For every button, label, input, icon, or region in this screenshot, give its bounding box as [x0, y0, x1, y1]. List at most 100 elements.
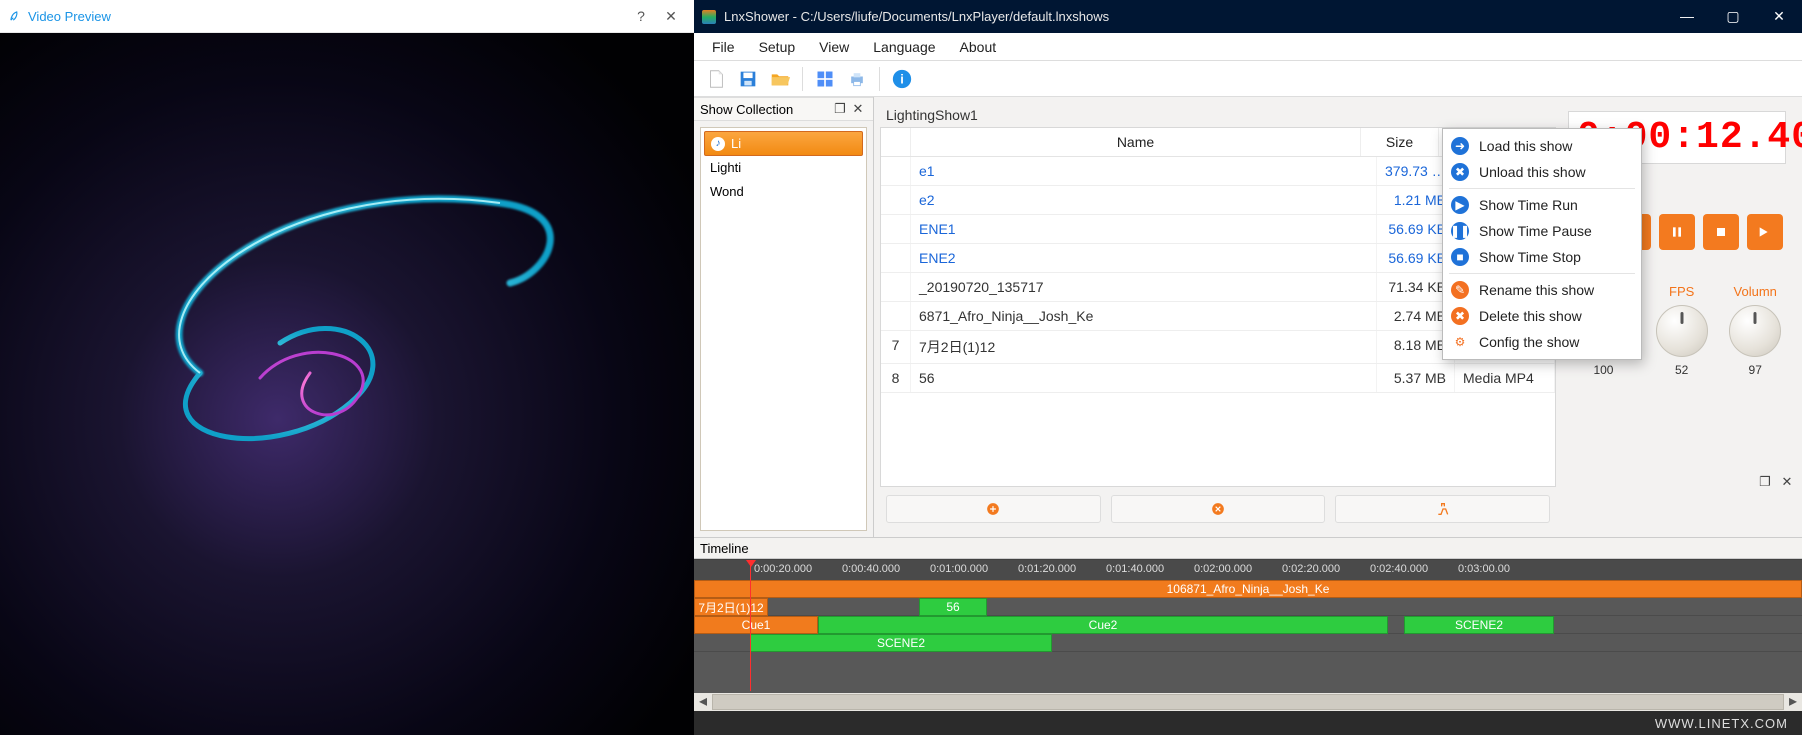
show-item[interactable]: Wond — [704, 180, 863, 204]
timeline[interactable]: 0:00:20.0000:00:40.0000:01:00.0000:01:20… — [694, 559, 1802, 711]
show-context-menu: ➜Load this show ✖Unload this show ▶Show … — [1442, 128, 1642, 360]
show-item[interactable]: Lighti — [704, 156, 863, 180]
neon-swirl-art — [80, 153, 600, 533]
row-index — [881, 215, 911, 243]
col-size[interactable]: Size — [1361, 128, 1439, 156]
save-icon[interactable] — [734, 65, 762, 93]
volume-knob[interactable]: Volumn 97 — [1729, 284, 1781, 377]
scroll-right-icon[interactable]: ▸ — [1784, 693, 1802, 711]
row-index: 7 — [881, 331, 911, 363]
row-index — [881, 186, 911, 214]
clip-july[interactable]: 7月2日(1)12 — [694, 598, 768, 616]
add-cue-button[interactable] — [886, 495, 1101, 523]
new-file-icon[interactable] — [702, 65, 730, 93]
cue-list-title: LightingShow1 — [880, 103, 1556, 127]
ruler-tick: 0:02:20.000 — [1282, 563, 1340, 575]
row-name: e1 — [911, 157, 1377, 185]
stop-icon: ■ — [1451, 248, 1469, 266]
menu-setup[interactable]: Setup — [747, 37, 808, 57]
panel-close-icon[interactable]: ✕ — [1778, 474, 1796, 490]
show-collection-title: Show Collection — [700, 102, 831, 117]
timeline-track-2[interactable]: 7月2日(1)12 56 — [694, 598, 1802, 616]
timeline-header: Timeline — [694, 537, 1802, 559]
close-button[interactable]: ✕ — [1756, 0, 1802, 33]
clip-afro[interactable]: 106871_Afro_Ninja__Josh_Ke — [694, 580, 1802, 598]
next-button[interactable] — [1747, 214, 1783, 250]
delete-icon: ✖ — [1451, 307, 1469, 325]
ruler-tick: 0:01:40.000 — [1106, 563, 1164, 575]
remove-cue-button[interactable] — [1111, 495, 1326, 523]
clip-scene2[interactable]: SCENE2 — [1404, 616, 1554, 634]
video-preview-title: Video Preview — [28, 9, 626, 24]
printer-icon[interactable] — [843, 65, 871, 93]
show-list[interactable]: ♪ Li Lighti Wond — [700, 127, 867, 531]
ctx-rename-show[interactable]: ✎Rename this show — [1443, 277, 1641, 303]
ctx-unload-show[interactable]: ✖Unload this show — [1443, 159, 1641, 185]
knob-value: 52 — [1675, 363, 1688, 377]
ctx-show-run[interactable]: ▶Show Time Run — [1443, 192, 1641, 218]
show-item-selected[interactable]: ♪ Li — [704, 131, 863, 156]
timeline-ruler[interactable]: 0:00:20.0000:00:40.0000:01:00.0000:01:20… — [694, 560, 1802, 580]
ruler-tick: 0:00:20.000 — [754, 563, 812, 575]
row-name: ENE2 — [911, 244, 1377, 272]
scroll-left-icon[interactable]: ◂ — [694, 693, 712, 711]
minimize-button[interactable]: — — [1664, 0, 1710, 33]
pause-button[interactable] — [1659, 214, 1695, 250]
status-bar: WWW.LINETX.COM — [694, 711, 1802, 735]
menu-file[interactable]: File — [700, 37, 747, 57]
row-index — [881, 157, 911, 185]
info-icon[interactable]: i — [888, 65, 916, 93]
knob-label: Volumn — [1734, 284, 1777, 299]
timeline-scrollbar[interactable]: ◂ ▸ — [694, 693, 1802, 711]
row-index: 8 — [881, 364, 911, 392]
stop-button[interactable] — [1703, 214, 1739, 250]
scroll-thumb[interactable] — [712, 694, 1784, 710]
lnxshower-window: LnxShower - C:/Users/liufe/Documents/Lnx… — [694, 0, 1802, 735]
dial-icon[interactable] — [1729, 305, 1781, 357]
clip-scene2b[interactable]: SCENE2 — [750, 634, 1052, 652]
timeline-track-4[interactable]: SCENE2 — [694, 634, 1802, 652]
row-name: 7月2日(1)12 — [911, 331, 1377, 363]
ctx-load-show[interactable]: ➜Load this show — [1443, 133, 1641, 159]
row-name: 6871_Afro_Ninja__Josh_Ke — [911, 302, 1377, 330]
open-folder-icon[interactable] — [766, 65, 794, 93]
apps-grid-icon[interactable] — [811, 65, 839, 93]
music-note-icon: ♪ — [711, 137, 725, 151]
menu-separator — [1449, 273, 1635, 274]
load-icon: ➜ — [1451, 137, 1469, 155]
clip-cue2[interactable]: Cue2 — [818, 616, 1388, 634]
playhead[interactable] — [750, 560, 751, 691]
timeline-title: Timeline — [700, 541, 749, 556]
timeline-track-1[interactable]: 106871_Afro_Ninja__Josh_Ke — [694, 580, 1802, 598]
timeline-track-3[interactable]: Cue1 Cue2 SCENE2 — [694, 616, 1802, 634]
ctx-show-pause[interactable]: ❚❚Show Time Pause — [1443, 218, 1641, 244]
row-name: ENE1 — [911, 215, 1377, 243]
row-flags: Media MP4 — [1455, 364, 1555, 392]
rename-icon: ✎ — [1451, 281, 1469, 299]
knob-value: 97 — [1749, 363, 1762, 377]
col-name[interactable]: Name — [911, 128, 1361, 156]
dial-icon[interactable] — [1656, 305, 1708, 357]
clip-56[interactable]: 56 — [919, 598, 987, 616]
maximize-button[interactable]: ▢ — [1710, 0, 1756, 33]
fps-knob[interactable]: FPS 52 — [1656, 284, 1708, 377]
footer-link[interactable]: WWW.LINETX.COM — [1655, 716, 1788, 731]
row-index — [881, 302, 911, 330]
ruler-tick: 0:02:00.000 — [1194, 563, 1252, 575]
panel-float-icon[interactable]: ❐ — [831, 101, 849, 117]
close-button[interactable]: ✕ — [656, 8, 686, 25]
menu-language[interactable]: Language — [861, 37, 947, 57]
app-title: LnxShower - C:/Users/liufe/Documents/Lnx… — [724, 9, 1664, 24]
ctx-delete-show[interactable]: ✖Delete this show — [1443, 303, 1641, 329]
clip-cue1[interactable]: Cue1 — [694, 616, 818, 634]
ctx-show-stop[interactable]: ■Show Time Stop — [1443, 244, 1641, 270]
ctx-config-show[interactable]: ⚙Config the show — [1443, 329, 1641, 355]
panel-float-icon[interactable]: ❐ — [1756, 474, 1774, 490]
menu-about[interactable]: About — [948, 37, 1009, 57]
menu-view[interactable]: View — [807, 37, 861, 57]
table-row[interactable]: 8565.37 MBMedia MP4 — [881, 364, 1555, 393]
show-collection-header: Show Collection ❐ ✕ — [694, 97, 873, 121]
panel-close-icon[interactable]: ✕ — [849, 101, 867, 117]
clear-cues-button[interactable] — [1335, 495, 1550, 523]
help-button[interactable]: ? — [626, 8, 656, 24]
